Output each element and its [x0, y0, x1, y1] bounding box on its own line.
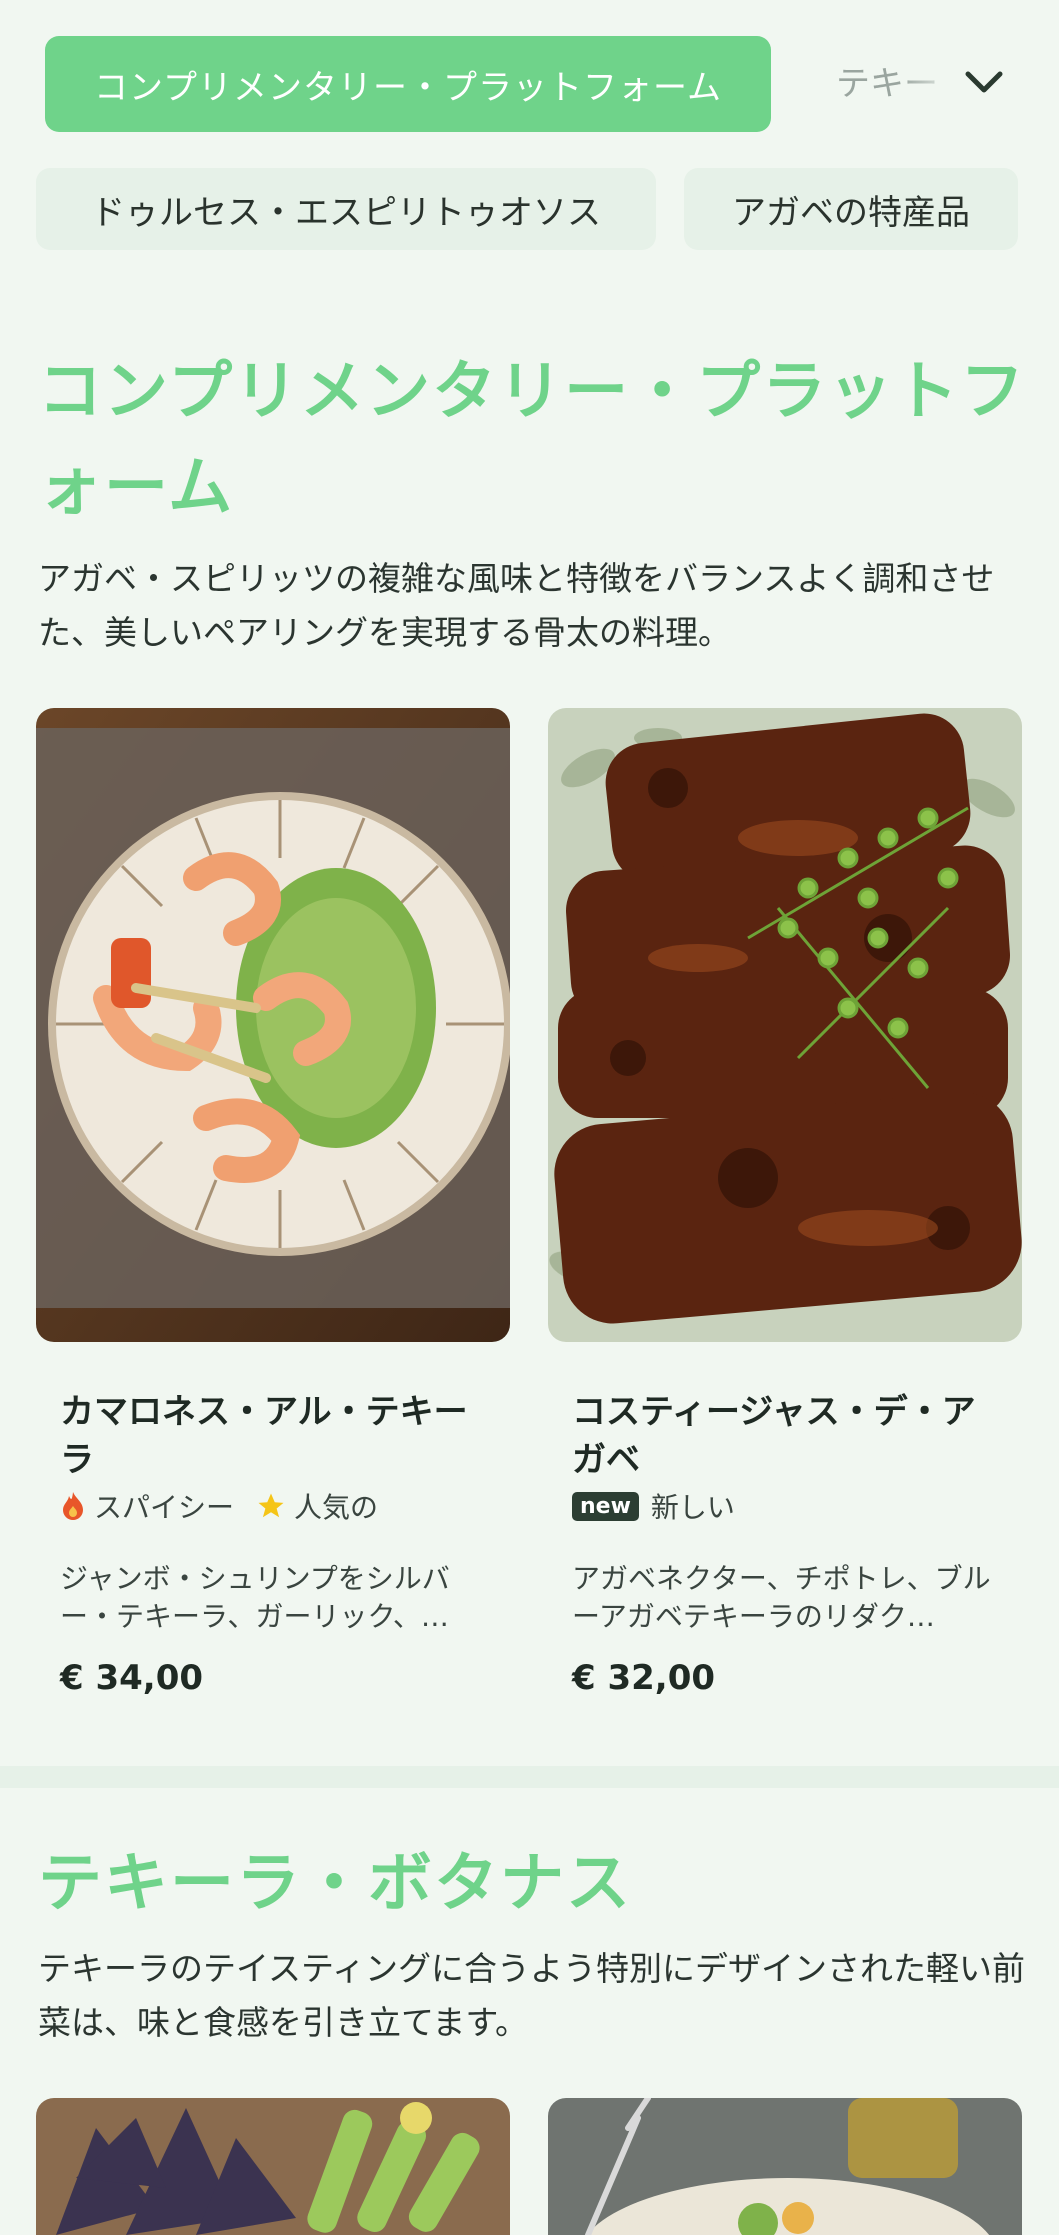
section-divider: [0, 1766, 1059, 1788]
dish-photo: [548, 2098, 1022, 2235]
category-chip[interactable]: ドゥルセス・エスピリトゥオソス: [36, 168, 656, 250]
category-chip[interactable]: アガベの特産品: [684, 168, 1018, 250]
item-name: カマロネス・アル・テキーラ: [60, 1392, 468, 1480]
item-description: ジャンボ・シュリンプをシルバー・テキーラ、ガーリック、…: [60, 1562, 450, 1633]
dish-photo: [36, 708, 510, 1342]
section-title: コンプリメンタリー・プラットフォーム: [38, 355, 1027, 525]
category-tab-active[interactable]: コンプリメンタリー・プラットフォーム: [45, 36, 771, 132]
menu-item-card[interactable]: [548, 2098, 1022, 2235]
item-price: € 34,00: [60, 1658, 204, 1698]
menu-item-card[interactable]: カマロネス・アル・テキーラ スパイシー 人気の ジャンボ・シュリンプをシルバー・…: [36, 708, 510, 1708]
tag-label: 新しい: [650, 1491, 735, 1524]
section-description: アガベ・スピリッツの複雑な風味と特徴をバランスよく調和させた、美しいペアリングを…: [38, 559, 995, 652]
dish-photo: [548, 708, 1022, 1342]
tag-spicy: スパイシー: [60, 1486, 234, 1526]
flame-icon: [63, 1492, 83, 1520]
item-tags: スパイシー 人気の: [60, 1486, 400, 1526]
tag-label: スパイシー: [94, 1491, 235, 1524]
new-badge: new: [572, 1491, 639, 1521]
item-price: € 32,00: [572, 1658, 716, 1698]
category-nav: コンプリメンタリー・プラットフォーム テキーラ: [0, 0, 1059, 170]
item-description: アガベネクター、チポトレ、ブルーアガベテキーラのリダク…: [572, 1562, 991, 1633]
section-description: テキーラのテイスティングに合うよう特別にデザインされた軽い前菜は、味と食感を引き…: [38, 1949, 1026, 2042]
menu-item-card[interactable]: コスティージャス・デ・アガベ new 新しい アガベネクター、チポトレ、ブルーア…: [548, 708, 1022, 1708]
tag-label: 人気の: [294, 1491, 379, 1524]
item-name: コスティージャス・デ・アガベ: [572, 1392, 976, 1480]
star-icon: [258, 1493, 284, 1518]
tag-new: 新しい: [651, 1486, 735, 1526]
chevron-down-icon[interactable]: [962, 62, 1006, 102]
item-tags: new 新しい: [572, 1486, 757, 1526]
category-chips: ドゥルセス・エスピリトゥオソス アガベの特産品: [0, 168, 1059, 252]
tab-fade: [900, 40, 960, 120]
tag-popular: 人気の: [256, 1486, 378, 1526]
section-title: テキーラ・ボタナス: [38, 1847, 632, 1921]
dish-photo: [36, 2098, 510, 2235]
menu-item-card[interactable]: [36, 2098, 510, 2235]
